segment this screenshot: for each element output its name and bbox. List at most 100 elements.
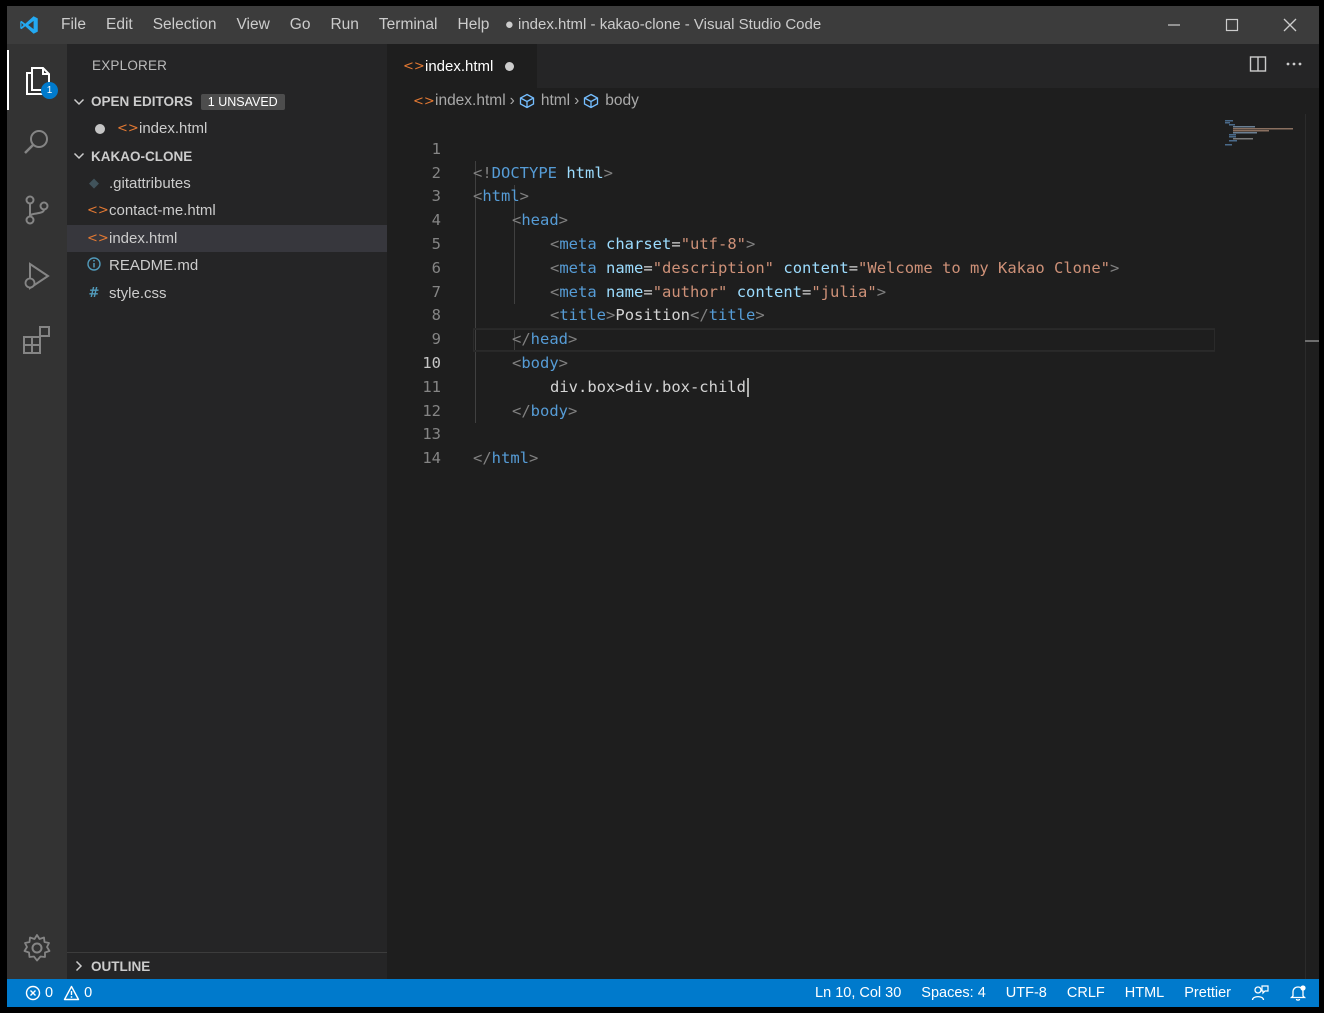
git-icon: ◆ — [89, 175, 99, 191]
code-line: 9 <body> — [387, 304, 1217, 372]
editor-group: <> index.html <> index.html › html › bod… — [387, 44, 1319, 979]
info-icon — [87, 257, 101, 275]
source-control-icon[interactable] — [7, 180, 67, 240]
code-line: 14 — [387, 423, 1217, 467]
code-line: 12 — [387, 376, 1217, 420]
file-label: contact-me.html — [109, 202, 216, 220]
settings-gear-icon[interactable] — [7, 918, 67, 978]
breadcrumb-file[interactable]: <> index.html — [413, 92, 506, 110]
open-editors-header[interactable]: OPEN EDITORS 1 UNSAVED — [67, 88, 387, 115]
project-header[interactable]: KAKAO-CLONE — [67, 142, 387, 170]
tab-bar: <> index.html — [387, 44, 1319, 88]
code-line: 1 <!DOCTYPE html> — [387, 114, 1217, 182]
error-count: 0 — [45, 985, 54, 1001]
warning-icon — [63, 985, 80, 1001]
file-label: style.css — [109, 284, 167, 302]
chevron-right-icon — [67, 960, 91, 972]
encoding[interactable]: UTF-8 — [1006, 985, 1047, 1001]
scroll-cursor-marker — [1305, 340, 1319, 342]
menu-selection[interactable]: Selection — [143, 6, 227, 44]
prettier-formatter[interactable]: Prettier — [1184, 985, 1231, 1001]
code-line: 11 </body> — [387, 352, 1217, 420]
error-icon — [25, 985, 41, 1001]
code-editor[interactable]: 1 <!DOCTYPE html> 2 <html> 3 <head> 4 <m… — [387, 114, 1319, 979]
maximize-icon[interactable] — [1203, 6, 1261, 44]
code-line: 7 <title>Position</title> — [387, 257, 1217, 325]
editor-actions — [1249, 44, 1303, 88]
split-editor-icon[interactable] — [1249, 55, 1267, 78]
file-item-style[interactable]: # style.css — [67, 280, 387, 308]
title-bar: File Edit Selection View Go Run Terminal… — [7, 6, 1319, 44]
menu-edit[interactable]: Edit — [96, 6, 143, 44]
chevron-down-icon — [67, 96, 91, 108]
file-label: .gitattributes — [109, 174, 191, 192]
more-actions-icon[interactable] — [1285, 55, 1303, 78]
extensions-icon[interactable] — [7, 310, 67, 370]
chevron-right-icon: › — [509, 92, 515, 109]
file-label: index.html — [109, 229, 178, 247]
breadcrumb-html[interactable]: html — [519, 92, 570, 110]
line-number: 14 — [422, 449, 441, 468]
status-bar: 0 0 Ln 10, Col 30 Spaces: 4 UTF-8 CRLF H… — [7, 979, 1319, 1007]
code-line: 3 <head> — [387, 162, 1217, 229]
file-item-index[interactable]: <> index.html — [67, 224, 387, 252]
menu-help[interactable]: Help — [448, 6, 500, 44]
breadcrumb-file-label: index.html — [435, 92, 506, 109]
notifications-bell-icon[interactable] — [1289, 984, 1307, 1002]
line-content: </html> — [473, 449, 539, 468]
breadcrumb-html-label: html — [540, 92, 571, 109]
code-line: 8 </head> — [387, 281, 1217, 348]
tab-index-html[interactable]: <> index.html — [387, 44, 537, 88]
menu-terminal[interactable]: Terminal — [369, 6, 448, 44]
feedback-icon[interactable] — [1251, 984, 1269, 1002]
open-editor-item[interactable]: <> index.html — [67, 115, 387, 143]
html-icon: <> — [413, 93, 435, 109]
code-line: 2 <html> — [387, 138, 1217, 206]
menu-run[interactable]: Run — [320, 6, 368, 44]
vscode-window: File Edit Selection View Go Run Terminal… — [7, 6, 1319, 1007]
activity-bar: 1 — [7, 44, 67, 979]
breadcrumb: <> index.html › html › body — [387, 88, 1319, 114]
code-line: 4 <meta charset="utf-8"> — [387, 185, 1217, 253]
modified-dot-icon[interactable] — [95, 123, 105, 134]
run-debug-icon[interactable] — [7, 246, 67, 306]
symbol-element-icon — [519, 93, 535, 109]
menu-bar: File Edit Selection View Go Run Terminal… — [51, 6, 499, 44]
open-editors-label: OPEN EDITORS — [91, 94, 193, 109]
open-editor-label: index.html — [139, 120, 208, 138]
html-icon: <> — [117, 121, 139, 137]
symbol-element-icon — [583, 93, 599, 109]
close-icon[interactable] — [1261, 6, 1319, 44]
breadcrumb-body[interactable]: body — [583, 92, 639, 110]
chevron-down-icon — [67, 150, 91, 162]
unsaved-dot-icon[interactable] — [505, 61, 515, 71]
problems-indicator[interactable]: 0 0 — [7, 985, 92, 1001]
indentation[interactable]: Spaces: 4 — [921, 985, 986, 1001]
file-item-gitattributes[interactable]: ◆ .gitattributes — [67, 170, 387, 198]
menu-go[interactable]: Go — [280, 6, 321, 44]
sidebar-title: EXPLORER — [92, 58, 168, 73]
menu-view[interactable]: View — [226, 6, 279, 44]
tab-label: index.html — [425, 57, 494, 75]
cursor-position[interactable]: Ln 10, Col 30 — [815, 985, 901, 1001]
explorer-icon[interactable]: 1 — [7, 50, 67, 110]
vscode-logo-icon — [7, 6, 51, 44]
menu-file[interactable]: File — [51, 6, 96, 44]
explorer-badge: 1 — [41, 82, 58, 99]
language-mode[interactable]: HTML — [1125, 985, 1164, 1001]
file-item-contact-me[interactable]: <> contact-me.html — [67, 197, 387, 225]
css-icon: # — [88, 285, 100, 301]
window-controls — [1145, 6, 1319, 44]
code-line: 13 </html> — [387, 400, 1217, 467]
minimize-icon[interactable] — [1145, 6, 1203, 44]
file-item-readme[interactable]: README.md — [67, 252, 387, 280]
end-of-line[interactable]: CRLF — [1067, 985, 1105, 1001]
vertical-scrollbar[interactable] — [1305, 114, 1319, 979]
outline-header[interactable]: OUTLINE — [67, 952, 387, 979]
warning-count: 0 — [84, 985, 93, 1001]
code-line-current: 10 div.box>div.box-child — [387, 328, 1217, 397]
explorer-sidebar: EXPLORER OPEN EDITORS 1 UNSAVED <> index… — [67, 44, 387, 979]
unsaved-badge: 1 UNSAVED — [200, 93, 285, 110]
minimap[interactable] — [1225, 116, 1305, 156]
search-icon[interactable] — [7, 112, 67, 172]
